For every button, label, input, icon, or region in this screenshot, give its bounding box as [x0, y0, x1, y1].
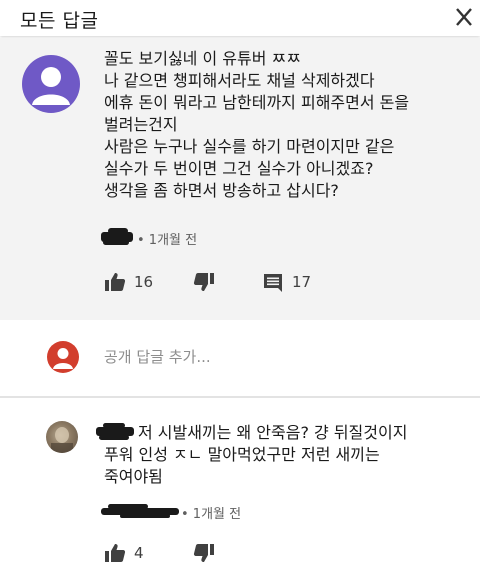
close-button[interactable]: [452, 4, 476, 30]
thumbs-down-icon[interactable]: [193, 271, 215, 293]
user-photo-icon: [51, 427, 73, 453]
reply-line: 죽여야됨: [104, 467, 163, 486]
comment-line: 에휴 돈이 뭐라고 남한테까지 피해주면서 돈을: [104, 93, 410, 112]
comment-line: 나 같으면 챙피해서라도 채널 삭제하겠다: [104, 71, 375, 90]
reply-button[interactable]: [262, 271, 284, 295]
reply-line: 저 시발새끼는 왜 안죽음? 걍 뒤질것이지: [138, 423, 408, 442]
thumbs-up-icon[interactable]: [104, 271, 126, 293]
reply-avatar[interactable]: [46, 421, 78, 453]
comment-icon[interactable]: [262, 271, 284, 293]
page-title: 모든 답글: [20, 10, 99, 32]
header: 모든 답글: [0, 0, 480, 36]
default-user-icon: [53, 348, 73, 369]
comment-line: 사람은 누구나 실수를 하기 마련이지만 같은: [104, 137, 395, 156]
thumbs-down-icon[interactable]: [193, 542, 215, 564]
reply-input[interactable]: 공개 답글 추가...: [104, 346, 211, 367]
reply-dislike-button[interactable]: [193, 542, 215, 566]
avatar[interactable]: [22, 55, 80, 113]
close-icon[interactable]: [452, 4, 476, 30]
dislike-button[interactable]: [193, 271, 215, 295]
comment-line: 실수가 두 번이면 그건 실수가 아니겠죠?: [104, 159, 374, 178]
comment-line: 꼴도 보기싫네 이 유튜버 ㅉㅉ: [104, 49, 301, 68]
reply-count: 17: [292, 273, 312, 291]
like-button[interactable]: [104, 271, 126, 295]
reply-body: 저 시발새끼는 왜 안죽음? 걍 뒤질것이지 푸워 인성 ㅈㄴ 말아먹었구만 저…: [104, 422, 474, 488]
my-avatar: [47, 341, 79, 373]
default-user-icon: [32, 67, 70, 105]
comment-line: 생각을 좀 하면서 방송하고 삽시다?: [104, 181, 339, 200]
reply-line: 푸워 인성 ㅈㄴ 말아먹었구만 저런 새끼는: [104, 445, 380, 464]
like-count: 16: [134, 273, 154, 291]
reply-timestamp: • 1개월 전: [181, 507, 242, 522]
reply-like-button[interactable]: [104, 542, 126, 566]
divider: [0, 396, 480, 398]
comment-body: 꼴도 보기싫네 이 유튜버 ㅉㅉ 나 같으면 챙피해서라도 채널 삭제하겠다 에…: [104, 48, 474, 202]
comment-timestamp: • 1개월 전: [137, 233, 198, 248]
thumbs-up-icon[interactable]: [104, 542, 126, 564]
reply-like-count: 4: [134, 544, 144, 562]
comment-line: 벌려는건지: [104, 115, 178, 134]
